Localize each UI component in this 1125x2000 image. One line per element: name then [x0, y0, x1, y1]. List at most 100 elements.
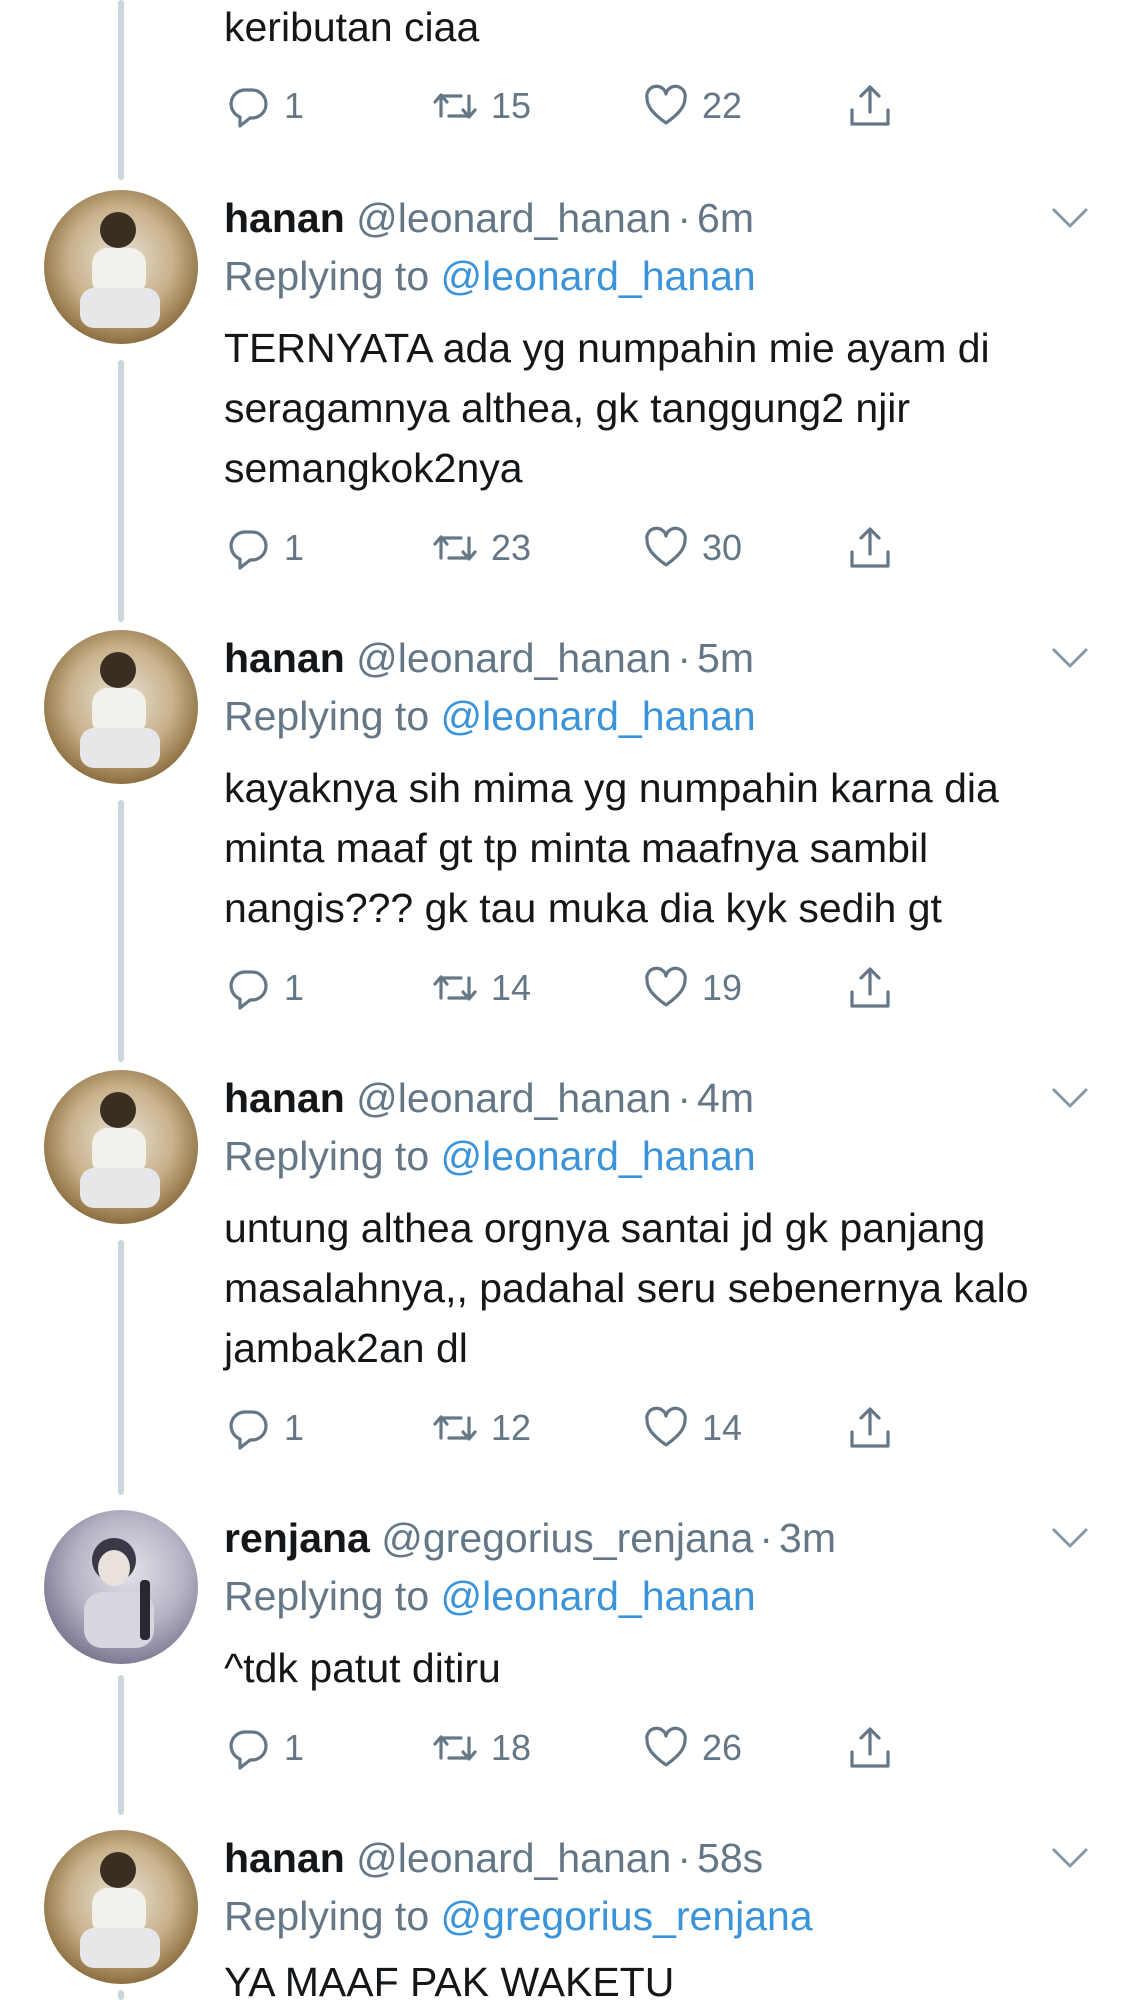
tweet-actions: 1 23 30	[224, 518, 924, 578]
tweet-header: renjana @gregorius_renjana · 3m	[224, 1510, 836, 1566]
retweet-button[interactable]: 18	[431, 1718, 531, 1778]
replying-prefix: Replying to	[224, 253, 430, 299]
mention-link[interactable]: @gregorius_renjana	[441, 1893, 813, 1939]
display-name[interactable]: renjana	[224, 1515, 370, 1561]
tweet-header: hanan @leonard_hanan · 4m	[224, 1070, 754, 1126]
timestamp[interactable]: 6m	[697, 195, 754, 241]
chevron-down-icon	[1052, 1088, 1088, 1108]
separator-dot: ·	[677, 635, 692, 681]
tweet-menu-button[interactable]	[1050, 1524, 1090, 1552]
share-button[interactable]	[846, 1718, 894, 1778]
retweet-button[interactable]: 14	[431, 958, 531, 1018]
like-button[interactable]: 22	[642, 76, 742, 136]
username[interactable]: @leonard_hanan	[356, 1835, 671, 1881]
replying-to: Replying to @leonard_hanan	[224, 1568, 756, 1624]
avatar[interactable]	[44, 190, 198, 344]
heart-icon	[645, 1406, 687, 1447]
retweet-button[interactable]: 15	[431, 76, 531, 136]
reply-icon	[229, 970, 268, 1010]
avatar[interactable]	[44, 1510, 198, 1664]
tweet-menu-button[interactable]	[1050, 1844, 1090, 1872]
retweet-button[interactable]: 12	[431, 1398, 531, 1458]
tweet-text: untung althea orgnya santai jd gk panjan…	[224, 1205, 1029, 1371]
tweet-menu-button[interactable]	[1050, 644, 1090, 672]
tweet-menu-button[interactable]	[1050, 1084, 1090, 1112]
avatar[interactable]	[44, 1830, 198, 1984]
tweet-actions: 1 18 26	[224, 1718, 924, 1778]
display-name[interactable]: hanan	[224, 195, 345, 241]
like-button[interactable]: 26	[642, 1718, 742, 1778]
retweet-count: 14	[491, 967, 532, 1008]
replying-to: Replying to @gregorius_renjana	[224, 1888, 813, 1944]
mention-link[interactable]: @leonard_hanan	[441, 1573, 756, 1619]
mention-link[interactable]: @leonard_hanan	[441, 693, 756, 739]
reply-count: 1	[284, 1727, 305, 1768]
chevron-down-icon	[1052, 208, 1088, 228]
tweet-text: keributan ciaa	[224, 4, 480, 50]
replying-to: Replying to @leonard_hanan	[224, 688, 756, 744]
heart-icon	[645, 526, 687, 567]
tweet-text: YA MAAF PAK WAKETU	[224, 1959, 675, 2000]
like-count: 26	[702, 1727, 743, 1768]
replying-to: Replying to @leonard_hanan	[224, 248, 756, 304]
timestamp[interactable]: 5m	[697, 635, 754, 681]
retweet-count: 15	[491, 85, 532, 126]
username[interactable]: @leonard_hanan	[356, 635, 671, 681]
username[interactable]: @leonard_hanan	[356, 1075, 671, 1121]
reply-button[interactable]: 1	[224, 76, 304, 136]
like-count: 22	[702, 85, 743, 126]
avatar[interactable]	[44, 1070, 198, 1224]
reply-count: 1	[284, 85, 305, 126]
reply-icon	[229, 88, 268, 128]
tweet[interactable]: hanan @leonard_hanan · 5m Replying to @leo…	[0, 630, 1125, 1070]
share-button[interactable]	[846, 958, 894, 1018]
mention-link[interactable]: @leonard_hanan	[441, 1133, 756, 1179]
tweet[interactable]: renjana @gregorius_renjana · 3m Replying t…	[0, 1510, 1125, 1830]
reply-button[interactable]: 1	[224, 958, 304, 1018]
timestamp[interactable]: 58s	[697, 1835, 763, 1881]
separator-dot: ·	[677, 1075, 692, 1121]
mention-link[interactable]: @leonard_hanan	[441, 253, 756, 299]
tweet[interactable]: hanan @leonard_hanan · 6m Replying to @leo…	[0, 190, 1125, 630]
retweet-icon	[433, 535, 477, 561]
display-name[interactable]: hanan	[224, 1835, 345, 1881]
heart-icon	[645, 84, 687, 125]
share-button[interactable]	[846, 518, 894, 578]
reply-count: 1	[284, 527, 305, 568]
tweet-menu-button[interactable]	[1050, 204, 1090, 232]
display-name[interactable]: hanan	[224, 1075, 345, 1121]
heart-icon	[645, 1726, 687, 1767]
tweet-actions: 1 12 14	[224, 1398, 924, 1458]
reply-icon	[229, 1730, 268, 1770]
tweet[interactable]: hanan @leonard_hanan · 4m Replying to @leo…	[0, 1070, 1125, 1510]
like-button[interactable]: 30	[642, 518, 742, 578]
chevron-down-icon	[1052, 1528, 1088, 1548]
share-icon	[850, 1407, 890, 1448]
like-button[interactable]: 14	[642, 1398, 742, 1458]
like-button[interactable]: 19	[642, 958, 742, 1018]
avatar[interactable]	[44, 630, 198, 784]
reply-button[interactable]: 1	[224, 1398, 304, 1458]
username[interactable]: @gregorius_renjana	[381, 1515, 753, 1561]
reply-button[interactable]: 1	[224, 1718, 304, 1778]
retweet-count: 23	[491, 527, 532, 568]
chevron-down-icon	[1052, 648, 1088, 668]
reply-icon	[229, 1410, 268, 1450]
chevron-down-icon	[1052, 1848, 1088, 1868]
tweet-text: ^tdk patut ditiru	[224, 1645, 501, 1691]
share-button[interactable]	[846, 76, 894, 136]
timestamp[interactable]: 3m	[779, 1515, 836, 1561]
separator-dot: ·	[677, 1835, 692, 1881]
reply-button[interactable]: 1	[224, 518, 304, 578]
display-name[interactable]: hanan	[224, 635, 345, 681]
timestamp[interactable]: 4m	[697, 1075, 754, 1121]
avatar-photo	[84, 1538, 154, 1648]
share-button[interactable]	[846, 1398, 894, 1458]
thread-line	[118, 0, 124, 180]
retweet-button[interactable]: 23	[431, 518, 531, 578]
username[interactable]: @leonard_hanan	[356, 195, 671, 241]
tweet-actions: 1 14 19	[224, 958, 924, 1018]
share-icon	[850, 967, 890, 1008]
separator-dot: ·	[677, 195, 692, 241]
tweet[interactable]: hanan @leonard_hanan · 58s Replying to @gr…	[0, 1830, 1125, 2000]
